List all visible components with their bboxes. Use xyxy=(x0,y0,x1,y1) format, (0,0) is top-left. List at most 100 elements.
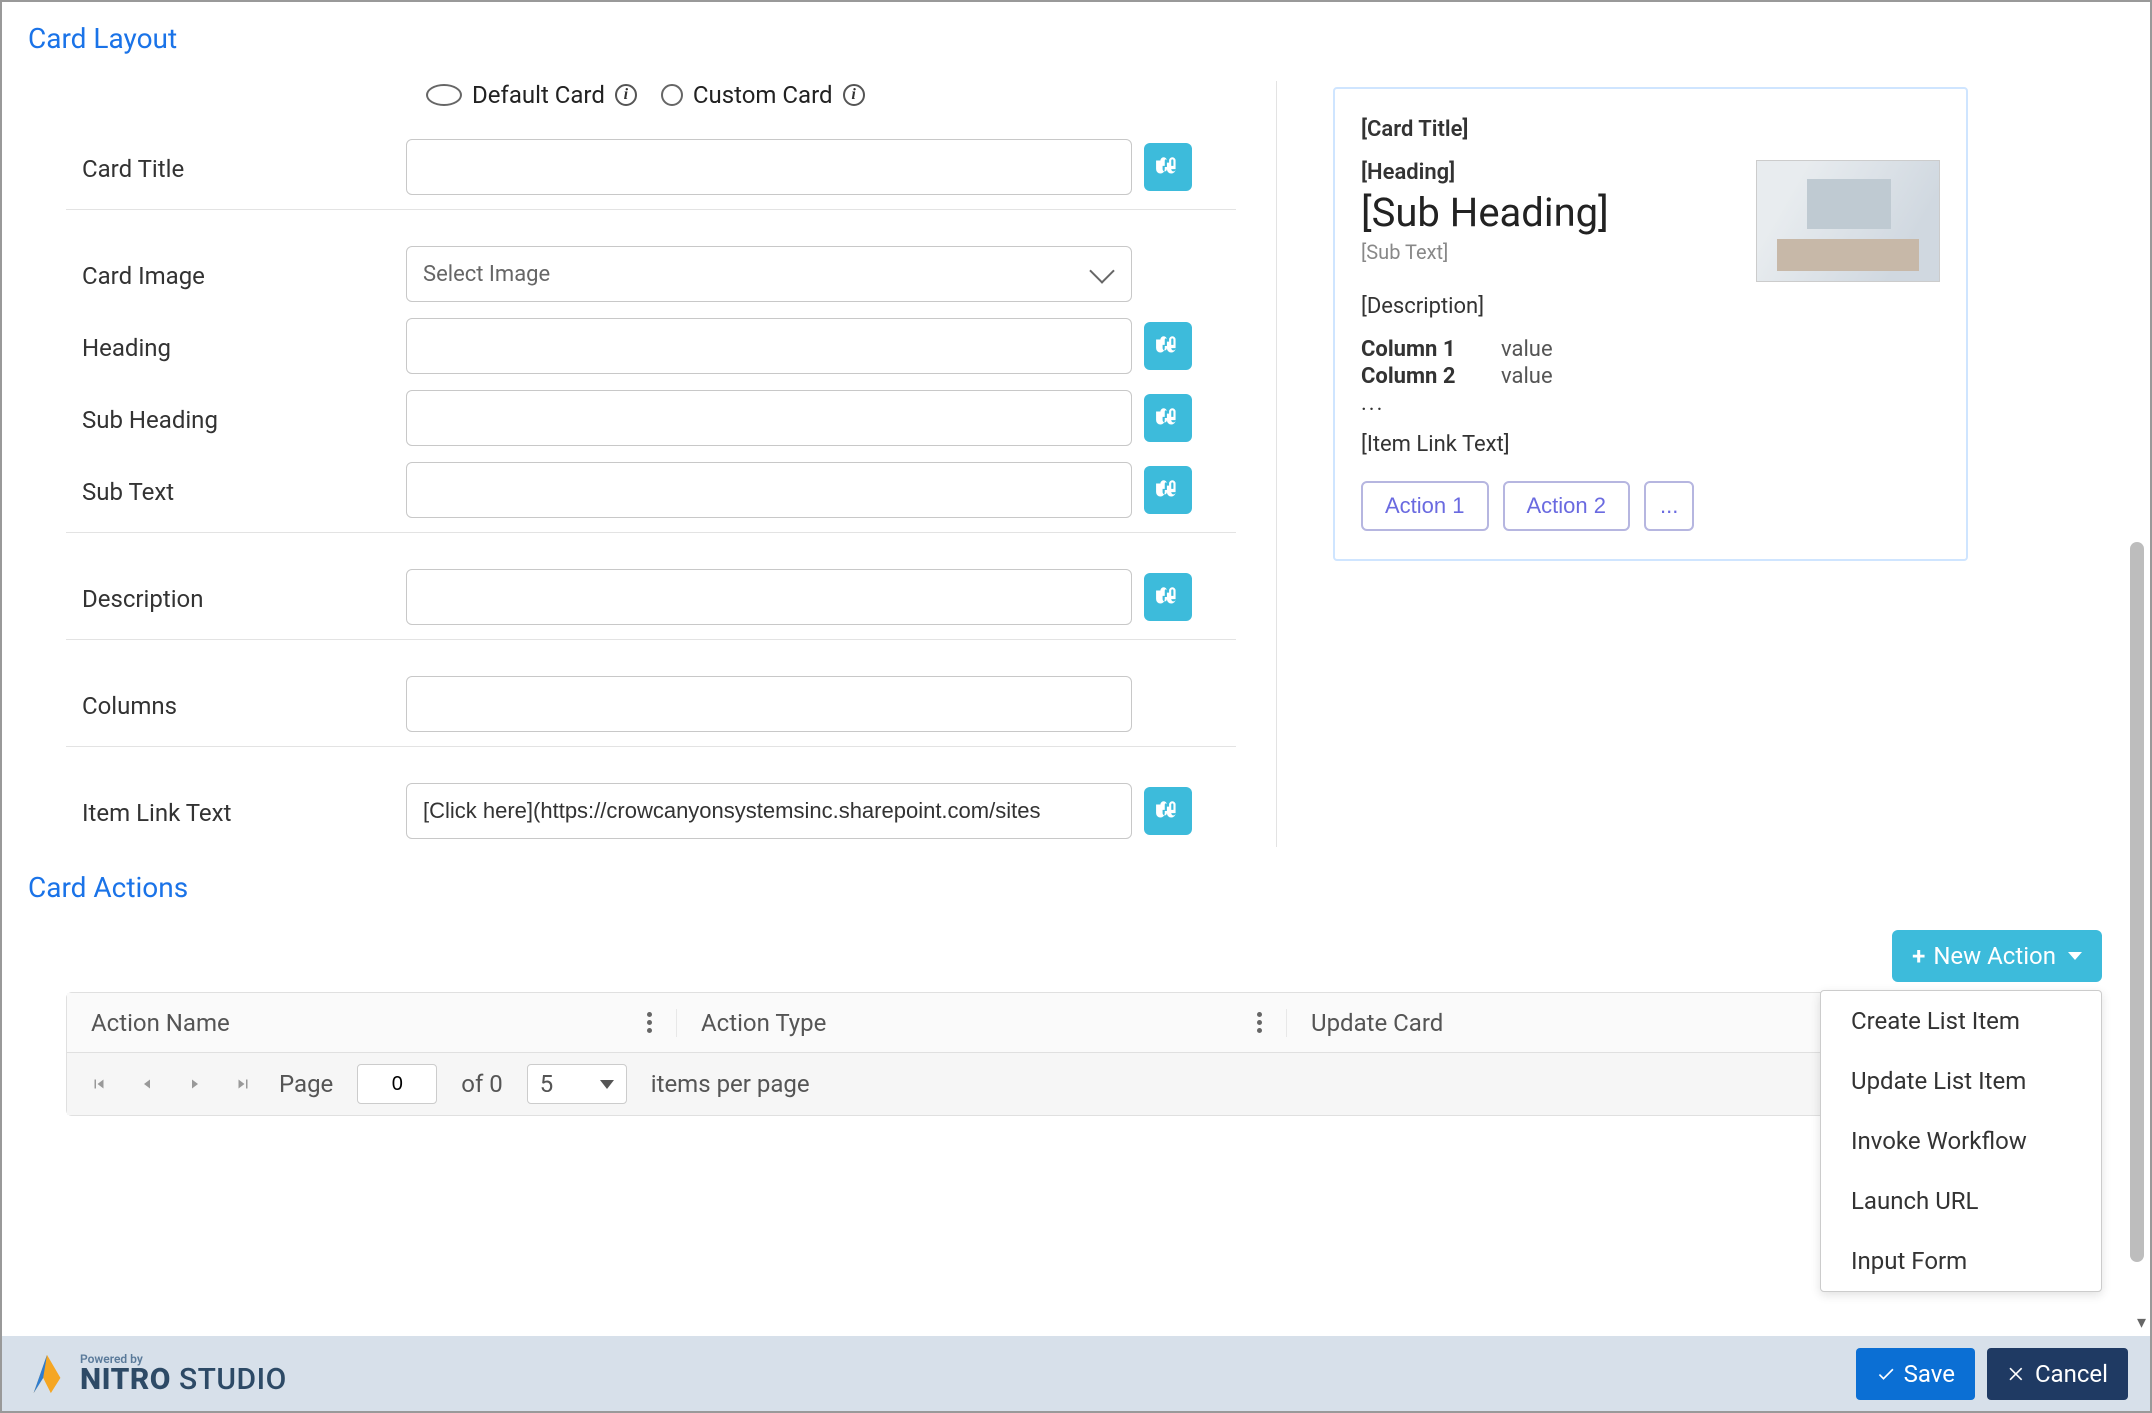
brand-name: NITRO STUDIO xyxy=(80,1365,287,1395)
preview-subtext: [Sub Text] xyxy=(1361,240,1736,264)
scroll-down-icon[interactable]: ▾ xyxy=(2137,1312,2146,1333)
lookup-button[interactable] xyxy=(1144,787,1192,835)
divider xyxy=(66,532,1236,533)
binoculars-icon xyxy=(1155,477,1181,503)
dropdown-item-invoke-workflow[interactable]: Invoke Workflow xyxy=(1821,1111,2101,1171)
info-icon[interactable]: i xyxy=(615,84,637,106)
pager-ipp-label: items per page xyxy=(651,1070,810,1098)
col-header-action-type[interactable]: Action Type xyxy=(677,1009,1287,1037)
select-card-image[interactable]: Select Image xyxy=(406,246,1132,302)
check-icon xyxy=(1876,1364,1896,1384)
preview-item-link: [Item Link Text] xyxy=(1361,432,1940,457)
label-heading: Heading xyxy=(26,318,406,362)
preview-col-val: value xyxy=(1501,337,1553,362)
divider xyxy=(66,639,1236,640)
binoculars-icon xyxy=(1155,798,1181,824)
label-sub-text: Sub Text xyxy=(26,462,406,506)
row-sub-heading: Sub Heading xyxy=(26,382,1236,454)
caret-down-icon xyxy=(2068,952,2082,960)
input-heading[interactable] xyxy=(406,318,1132,374)
label-description: Description xyxy=(26,569,406,613)
dropdown-item-input-form[interactable]: Input Form xyxy=(1821,1231,2101,1291)
preview-col-row: Column 1 value xyxy=(1361,337,1940,362)
control-wrap xyxy=(406,569,1192,625)
radio-default-card-label: Default Card xyxy=(472,81,605,109)
preview-action-1[interactable]: Action 1 xyxy=(1361,481,1489,531)
pager-of-text: of 0 xyxy=(461,1070,502,1098)
preview-columns: Column 1 value Column 2 value xyxy=(1361,337,1940,389)
lookup-button[interactable] xyxy=(1144,394,1192,442)
preview-col-val: value xyxy=(1501,364,1553,389)
control-wrap xyxy=(406,390,1192,446)
radio-indicator xyxy=(426,84,462,106)
pager-next[interactable] xyxy=(183,1072,207,1096)
new-action-label: New Action xyxy=(1933,942,2056,970)
section-title-card-layout: Card Layout xyxy=(28,22,2126,55)
lookup-button[interactable] xyxy=(1144,143,1192,191)
col-header-action-name[interactable]: Action Name xyxy=(67,1009,677,1037)
pager-page-label: Page xyxy=(279,1070,333,1098)
preview-col-row: Column 2 value xyxy=(1361,364,1940,389)
input-description[interactable] xyxy=(406,569,1132,625)
row-heading: Heading xyxy=(26,310,1236,382)
lookup-button[interactable] xyxy=(1144,322,1192,370)
caret-down-icon xyxy=(600,1080,614,1089)
radio-default-card[interactable]: Default Card i xyxy=(426,81,637,109)
col-header-action-name-label: Action Name xyxy=(91,1009,230,1037)
card-type-radio-group: Default Card i Custom Card i xyxy=(426,81,1236,109)
lookup-button[interactable] xyxy=(1144,466,1192,514)
dropdown-item-create-list-item[interactable]: Create List Item xyxy=(1821,991,2101,1051)
input-sub-text[interactable] xyxy=(406,462,1132,518)
dropdown-item-launch-url[interactable]: Launch URL xyxy=(1821,1171,2101,1231)
label-card-title: Card Title xyxy=(26,139,406,183)
input-card-title[interactable] xyxy=(406,139,1132,195)
col-header-action-type-label: Action Type xyxy=(701,1009,826,1037)
pager-prev[interactable] xyxy=(135,1072,159,1096)
row-sub-text: Sub Text xyxy=(26,454,1236,526)
footer-buttons: Save Cancel xyxy=(1856,1348,2128,1400)
control-wrap xyxy=(406,676,1132,732)
radio-indicator xyxy=(661,84,683,106)
footer-bar: Powered by NITRO STUDIO Save Cancel xyxy=(2,1336,2150,1411)
kebab-icon[interactable] xyxy=(647,1012,652,1033)
binoculars-icon xyxy=(1155,405,1181,431)
scrollbar[interactable]: ▾ xyxy=(2128,2,2144,1331)
preview-card-title: [Card Title] xyxy=(1361,117,1940,142)
radio-custom-card[interactable]: Custom Card i xyxy=(661,81,865,109)
input-sub-heading[interactable] xyxy=(406,390,1132,446)
card-preview: [Card Title] [Heading] [Sub Heading] [Su… xyxy=(1333,87,1968,561)
brand-name-rest: STUDIO xyxy=(171,1362,287,1397)
pager-first[interactable] xyxy=(87,1072,111,1096)
chevron-down-icon xyxy=(1089,258,1114,283)
preview-action-2[interactable]: Action 2 xyxy=(1503,481,1631,531)
brand-logo: Powered by NITRO STUDIO xyxy=(24,1351,287,1397)
grid-header-row: Action Name Action Type Update Card xyxy=(67,993,2101,1053)
cancel-button[interactable]: Cancel xyxy=(1987,1348,2128,1400)
preview-description: [Description] xyxy=(1361,294,1940,319)
preview-column: [Card Title] [Heading] [Sub Heading] [Su… xyxy=(1276,81,1968,847)
dropdown-item-update-list-item[interactable]: Update List Item xyxy=(1821,1051,2101,1111)
label-columns: Columns xyxy=(26,676,406,720)
preview-action-more[interactable]: ... xyxy=(1644,481,1694,531)
close-icon xyxy=(2007,1364,2027,1384)
logo-mark-icon xyxy=(24,1351,70,1397)
info-icon[interactable]: i xyxy=(843,84,865,106)
pager-last[interactable] xyxy=(231,1072,255,1096)
input-columns[interactable] xyxy=(406,676,1132,732)
preview-image-placeholder xyxy=(1756,160,1940,282)
pager-page-size-value: 5 xyxy=(540,1070,554,1098)
new-action-dropdown: Create List Item Update List Item Invoke… xyxy=(1820,990,2102,1292)
input-item-link-text[interactable] xyxy=(406,783,1132,839)
preview-actions: Action 1 Action 2 ... xyxy=(1361,481,1940,531)
new-action-button[interactable]: + New Action xyxy=(1892,930,2102,982)
lookup-button[interactable] xyxy=(1144,573,1192,621)
kebab-icon[interactable] xyxy=(1257,1012,1262,1033)
save-button[interactable]: Save xyxy=(1856,1348,1975,1400)
scrollbar-thumb[interactable] xyxy=(2130,542,2144,1262)
grid-pager: Page of 0 5 items per page xyxy=(67,1053,2101,1115)
section-title-card-actions: Card Actions xyxy=(28,871,2126,904)
pager-page-size-select[interactable]: 5 xyxy=(527,1064,627,1104)
preview-ellipsis: ... xyxy=(1361,391,1940,416)
pager-page-input[interactable] xyxy=(357,1064,437,1104)
binoculars-icon xyxy=(1155,584,1181,610)
